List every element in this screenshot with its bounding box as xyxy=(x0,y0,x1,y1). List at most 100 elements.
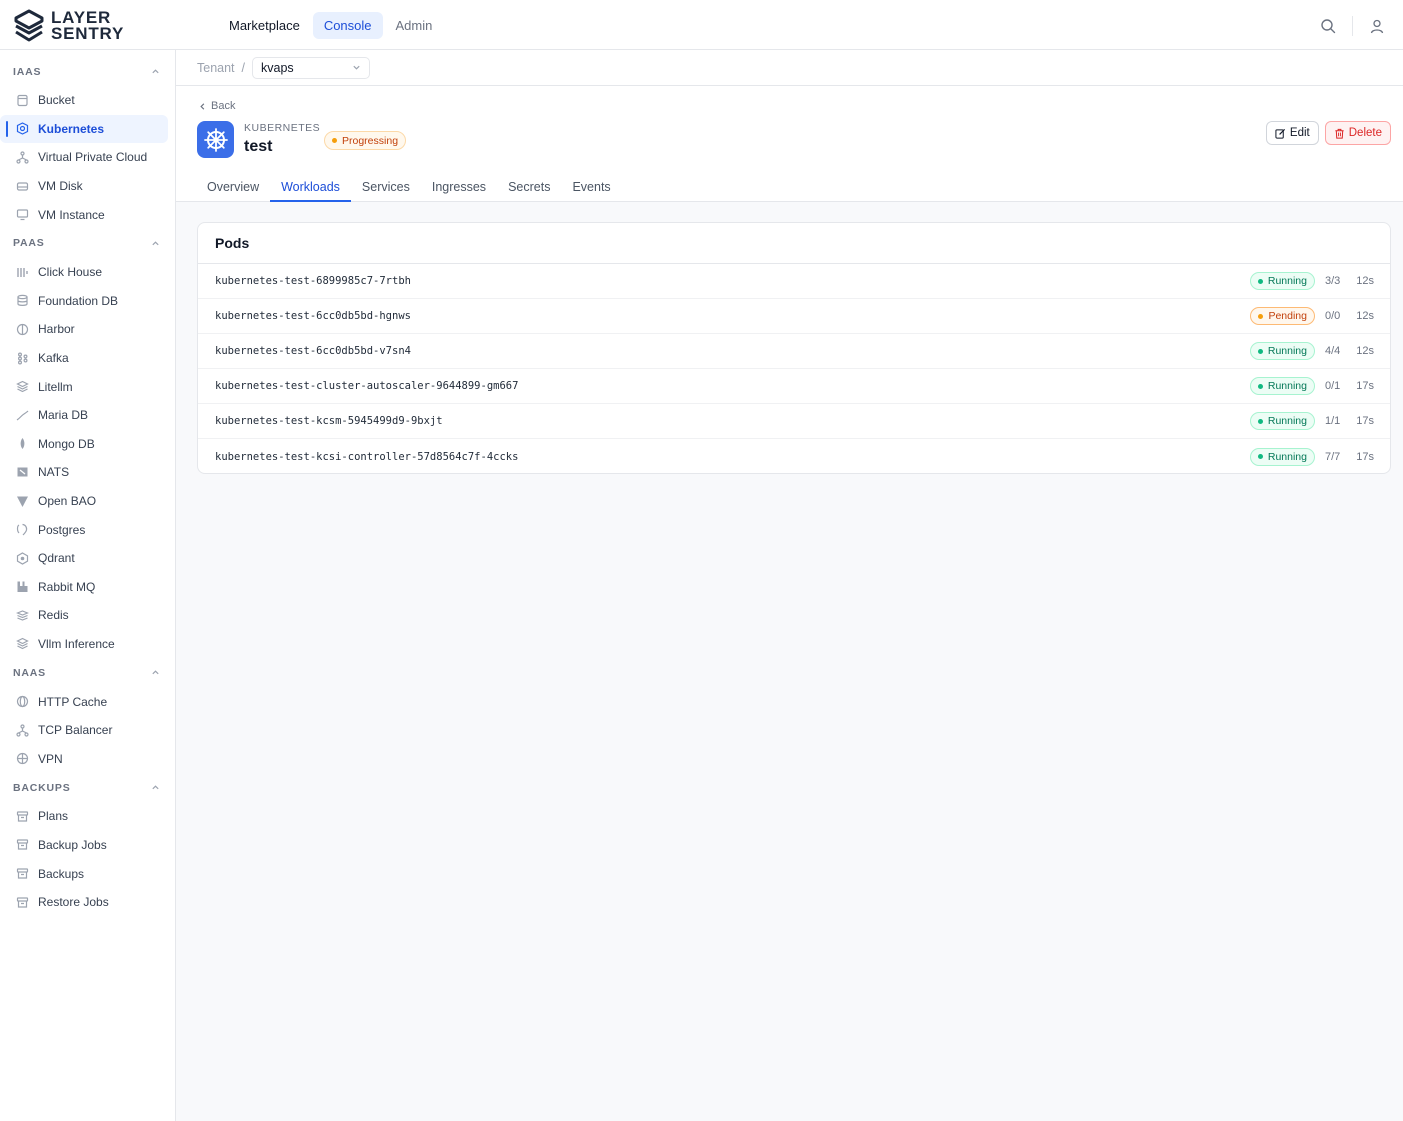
sidebar-item-plans[interactable]: Plans xyxy=(0,802,168,831)
nav-marketplace[interactable]: Marketplace xyxy=(218,12,311,39)
top-nav: Marketplace Console Admin xyxy=(218,12,443,39)
vpn-icon xyxy=(16,752,29,765)
sidebar-item-litellm[interactable]: Litellm xyxy=(0,372,168,401)
sidebar-item-vm-instance[interactable]: VM Instance xyxy=(0,200,168,229)
sidebar-item-label: Harbor xyxy=(38,322,75,337)
sidebar-item-maria-db[interactable]: Maria DB xyxy=(0,401,168,430)
helm-wheel-icon xyxy=(203,127,228,152)
sidebar-item-nats[interactable]: NATS xyxy=(0,458,168,487)
sidebar-section-naas[interactable]: NAAS xyxy=(0,658,175,687)
chevron-down-icon xyxy=(353,65,360,70)
sidebar-item-open-bao[interactable]: Open BAO xyxy=(0,487,168,516)
pod-name[interactable]: kubernetes-test-6cc0db5bd-hgnws xyxy=(215,310,1250,322)
sidebar-item-label: Kubernetes xyxy=(38,121,105,136)
table-row[interactable]: kubernetes-test-6cc0db5bd-v7sn4 Running … xyxy=(198,334,1390,369)
back-link[interactable]: Back xyxy=(198,100,235,112)
status-dot-icon xyxy=(1257,454,1263,459)
pod-status-label: Running xyxy=(1267,345,1307,357)
archive-icon xyxy=(16,867,29,880)
pod-age: 17s xyxy=(1356,380,1374,392)
pod-ready-count: 1/1 xyxy=(1325,415,1341,427)
table-row[interactable]: kubernetes-test-cluster-autoscaler-96448… xyxy=(198,369,1390,404)
sidebar-item-postgres[interactable]: Postgres xyxy=(0,515,168,544)
tab-services[interactable]: Services xyxy=(351,172,421,202)
sidebar-section-title: NAAS xyxy=(13,666,46,679)
kafka-icon xyxy=(16,352,29,365)
pod-name[interactable]: kubernetes-test-6cc0db5bd-v7sn4 xyxy=(215,345,1250,357)
clickhouse-icon xyxy=(16,266,29,279)
tenant-select[interactable]: kvaps xyxy=(252,56,371,79)
breadcrumb-separator: / xyxy=(241,60,246,75)
sidebar-item-qdrant[interactable]: Qdrant xyxy=(0,544,168,573)
tab-events[interactable]: Events xyxy=(561,172,621,202)
layers-icon xyxy=(16,637,29,650)
sidebar-item-virtual-private-cloud[interactable]: Virtual Private Cloud xyxy=(0,143,168,172)
status-badge: Running xyxy=(1249,412,1315,430)
sidebar-section-title: IAAS xyxy=(13,65,42,78)
sidebar-item-backups[interactable]: Backups xyxy=(0,859,168,888)
nav-console[interactable]: Console xyxy=(312,12,383,39)
table-row[interactable]: kubernetes-test-6cc0db5bd-hgnws Pending … xyxy=(198,299,1390,334)
tab-overview[interactable]: Overview xyxy=(196,172,270,202)
logo[interactable]: LAYER SENTRY xyxy=(14,9,124,43)
pod-age: 17s xyxy=(1356,415,1374,427)
disk-icon xyxy=(16,180,29,193)
sidebar-item-harbor[interactable]: Harbor xyxy=(0,315,168,344)
sidebar-item-foundation-db[interactable]: Foundation DB xyxy=(0,287,168,316)
kubernetes-app-icon xyxy=(197,121,234,158)
sidebar-item-backup-jobs[interactable]: Backup Jobs xyxy=(0,831,168,860)
nats-icon xyxy=(16,466,29,479)
tenant-select-value: kvaps xyxy=(261,60,294,75)
sidebar-item-label: Backup Jobs xyxy=(38,837,107,852)
sidebar-section-iaas[interactable]: IAAS xyxy=(0,57,175,86)
delete-button[interactable]: Delete xyxy=(1324,121,1391,145)
nav-admin[interactable]: Admin xyxy=(385,12,444,39)
tab-workloads[interactable]: Workloads xyxy=(270,172,351,202)
sidebar-item-kafka[interactable]: Kafka xyxy=(0,344,168,373)
pod-status-label: Running xyxy=(1267,380,1307,392)
pod-name[interactable]: kubernetes-test-6899985c7-7rtbh xyxy=(215,275,1250,287)
pods-title: Pods xyxy=(198,223,1390,264)
pod-name[interactable]: kubernetes-test-kcsi-controller-57d8564c… xyxy=(215,451,1250,463)
sidebar-item-label: Kafka xyxy=(38,351,69,366)
chevron-up-icon xyxy=(152,241,159,246)
trash-icon xyxy=(1335,128,1344,139)
edit-button[interactable]: Edit xyxy=(1265,121,1319,145)
tab-secrets[interactable]: Secrets xyxy=(497,172,561,202)
sidebar-item-vm-disk[interactable]: VM Disk xyxy=(0,172,168,201)
table-row[interactable]: kubernetes-test-6899985c7-7rtbh Running … xyxy=(198,264,1390,299)
mariadb-icon xyxy=(16,409,29,422)
pod-ready-count: 0/0 xyxy=(1325,310,1341,322)
sidebar-item-http-cache[interactable]: HTTP Cache xyxy=(0,687,168,716)
layers-icon xyxy=(16,380,29,393)
archive-icon xyxy=(16,838,29,851)
chevron-up-icon xyxy=(152,670,159,675)
sidebar-item-rabbit-mq[interactable]: Rabbit MQ xyxy=(0,573,168,602)
table-row[interactable]: kubernetes-test-kcsm-5945499d9-9bxjt Run… xyxy=(198,404,1390,439)
pod-name[interactable]: kubernetes-test-kcsm-5945499d9-9bxjt xyxy=(215,415,1250,427)
sidebar-item-redis[interactable]: Redis xyxy=(0,601,168,630)
pod-age: 12s xyxy=(1356,310,1374,322)
sidebar-item-click-house[interactable]: Click House xyxy=(0,258,168,287)
sidebar-section-backups[interactable]: BACKUPS xyxy=(0,773,175,802)
sidebar-item-vllm-inference[interactable]: Vllm Inference xyxy=(0,630,168,659)
sidebar-section-paas[interactable]: PAAS xyxy=(0,229,175,258)
tab-ingresses[interactable]: Ingresses xyxy=(421,172,497,202)
sidebar-item-vpn[interactable]: VPN xyxy=(0,744,168,773)
sidebar: IAAS Bucket Kubernetes Virtual Private C… xyxy=(0,50,176,1121)
search-icon[interactable] xyxy=(1320,18,1336,34)
sidebar-item-tcp-balancer[interactable]: TCP Balancer xyxy=(0,716,168,745)
pod-age: 17s xyxy=(1356,450,1374,463)
sidebar-item-kubernetes[interactable]: Kubernetes xyxy=(0,114,168,144)
postgres-icon xyxy=(16,523,29,536)
table-row[interactable]: kubernetes-test-kcsi-controller-57d8564c… xyxy=(198,439,1390,473)
sidebar-item-bucket[interactable]: Bucket xyxy=(0,86,168,115)
breadcrumb-tenant[interactable]: Tenant xyxy=(197,61,235,75)
sidebar-item-restore-jobs[interactable]: Restore Jobs xyxy=(0,888,168,917)
sidebar-item-label: Open BAO xyxy=(38,494,97,509)
status-badge: Running xyxy=(1249,342,1315,360)
user-icon[interactable] xyxy=(1369,18,1385,34)
sidebar-item-label: VPN xyxy=(38,751,63,766)
sidebar-item-mongo-db[interactable]: Mongo DB xyxy=(0,430,168,459)
pod-name[interactable]: kubernetes-test-cluster-autoscaler-96448… xyxy=(215,380,1250,392)
